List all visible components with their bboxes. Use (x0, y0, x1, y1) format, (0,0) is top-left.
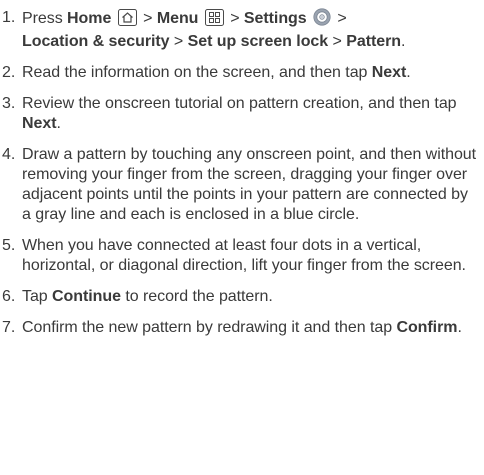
step-text: . (406, 64, 411, 81)
step-number: 6. (2, 288, 16, 305)
menu-key-label: Menu (156, 10, 199, 27)
step-7: 7. Confirm the new pattern by redrawing … (0, 318, 484, 338)
step-text: . (56, 115, 61, 132)
step-text: Review the onscreen tutorial on pattern … (22, 95, 457, 112)
step-text: Tap (22, 288, 53, 305)
instruction-steps: 1. Press Home > Menu > Settings > Locati… (0, 8, 484, 349)
settings-label: Settings (243, 10, 307, 27)
separator: > (169, 33, 188, 50)
separator: > (328, 33, 347, 50)
step-text: Draw a pattern by touching any onscreen … (22, 146, 477, 223)
confirm-label: Confirm (396, 319, 458, 336)
screen-lock-label: Set up screen lock (187, 33, 329, 50)
step-text: Press (22, 10, 68, 27)
step-6: 6. Tap Continue to record the pattern. (0, 287, 484, 307)
step-5: 5. When you have connected at least four… (0, 236, 484, 276)
step-text: . (401, 33, 406, 50)
separator: > (138, 10, 157, 27)
step-text: When you have connected at least four do… (22, 237, 466, 274)
step-text: Confirm the new pattern by redrawing it … (22, 319, 397, 336)
step-4: 4. Draw a pattern by touching any onscre… (0, 145, 484, 225)
step-1: 1. Press Home > Menu > Settings > Locati… (0, 8, 484, 52)
pattern-label: Pattern (346, 33, 401, 50)
step-number: 2. (2, 64, 16, 81)
step-number: 1. (2, 9, 16, 26)
home-key-label: Home (67, 10, 112, 27)
settings-gear-icon (313, 8, 331, 32)
continue-label: Continue (52, 288, 121, 305)
location-security-label: Location & security (22, 33, 170, 50)
step-number: 4. (2, 146, 16, 163)
next-label: Next (22, 115, 57, 132)
menu-grid-icon (204, 9, 224, 32)
separator: > (225, 10, 244, 27)
step-number: 3. (2, 95, 16, 112)
next-label: Next (371, 64, 407, 81)
step-number: 7. (2, 319, 16, 336)
step-text: to record the pattern. (120, 288, 273, 305)
home-icon (117, 9, 137, 32)
step-text: . (457, 319, 462, 336)
separator: > (333, 10, 347, 27)
step-number: 5. (2, 237, 16, 254)
step-2: 2. Read the information on the screen, a… (0, 63, 484, 83)
step-text: Read the information on the screen, and … (22, 64, 372, 81)
step-3: 3. Review the onscreen tutorial on patte… (0, 94, 484, 134)
